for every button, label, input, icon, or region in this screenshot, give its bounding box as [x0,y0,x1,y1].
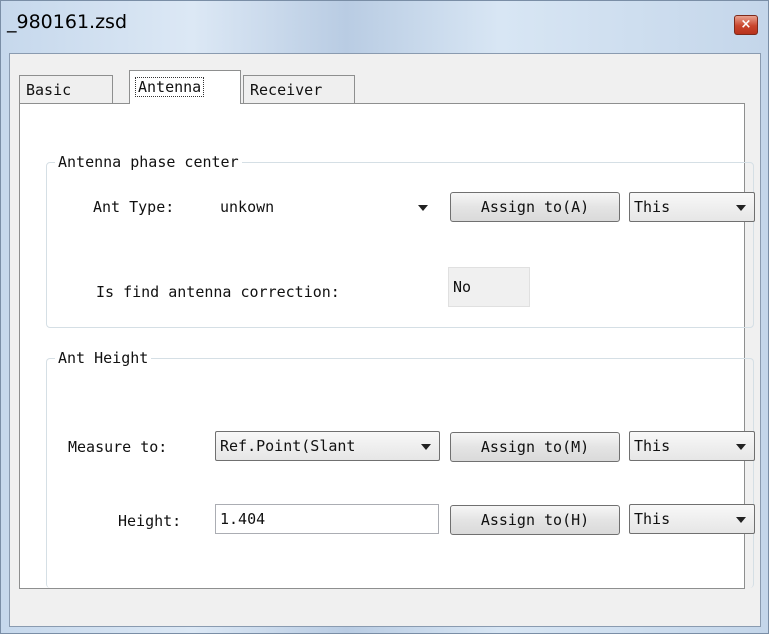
height-label: Height: [118,512,182,530]
assign-to-h-button[interactable]: Assign to(H) [450,505,620,535]
assign-scope-h-select[interactable]: This [629,504,755,534]
window-title: _980161.zsd [7,11,128,33]
dialog-window: _980161.zsd × Basic Antenna Receiver Ant… [0,0,769,634]
assign-scope-h-value: This [634,510,671,528]
close-icon: × [740,17,752,32]
ant-type-label: Ant Type: [93,198,175,216]
correction-value: No [453,278,472,296]
chevron-down-icon [736,205,746,211]
assign-to-a-button[interactable]: Assign to(A) [450,192,620,222]
measure-to-label: Measure to: [68,438,168,456]
close-button[interactable]: × [734,15,758,35]
tab-antenna-label: Antenna [134,77,205,97]
ant-type-select[interactable]: unkown [215,192,437,222]
chevron-down-icon [736,517,746,523]
ant-height-group: Ant Height [46,348,754,588]
tab-basic[interactable]: Basic [19,75,113,103]
chevron-down-icon [421,444,431,450]
chevron-down-icon [418,205,428,211]
correction-value-box: No [448,267,530,307]
assign-to-m-button[interactable]: Assign to(M) [450,432,620,462]
assign-to-m-label: Assign to(M) [480,438,590,456]
assign-to-a-label: Assign to(A) [480,198,590,216]
chevron-down-icon [736,444,746,450]
height-value: 1.404 [220,510,266,528]
phase-center-legend: Antenna phase center [55,152,242,172]
assign-scope-a-select[interactable]: This [629,192,755,222]
tab-receiver-label: Receiver [250,81,323,99]
antenna-tab-panel: Antenna phase center Ant Type: unkown As… [19,103,755,589]
assign-scope-a-value: This [634,198,671,216]
ant-type-value: unkown [220,198,275,216]
assign-to-h-label: Assign to(H) [480,511,590,529]
measure-to-select[interactable]: Ref.Point(Slant [215,431,440,461]
height-input[interactable]: 1.404 [215,504,439,534]
correction-label: Is find antenna correction: [96,283,340,301]
title-bar[interactable]: _980161.zsd × [1,1,768,43]
dialog-body: Basic Antenna Receiver Antenna phase cen… [9,53,761,627]
tab-basic-label: Basic [26,81,72,99]
assign-scope-m-value: This [634,437,671,455]
phase-center-group: Antenna phase center [46,152,754,328]
ant-height-legend: Ant Height [55,348,152,368]
tab-antenna[interactable]: Antenna [129,70,241,104]
measure-to-value: Ref.Point(Slant [220,437,356,455]
tab-receiver[interactable]: Receiver [243,75,355,103]
assign-scope-m-select[interactable]: This [629,431,755,461]
